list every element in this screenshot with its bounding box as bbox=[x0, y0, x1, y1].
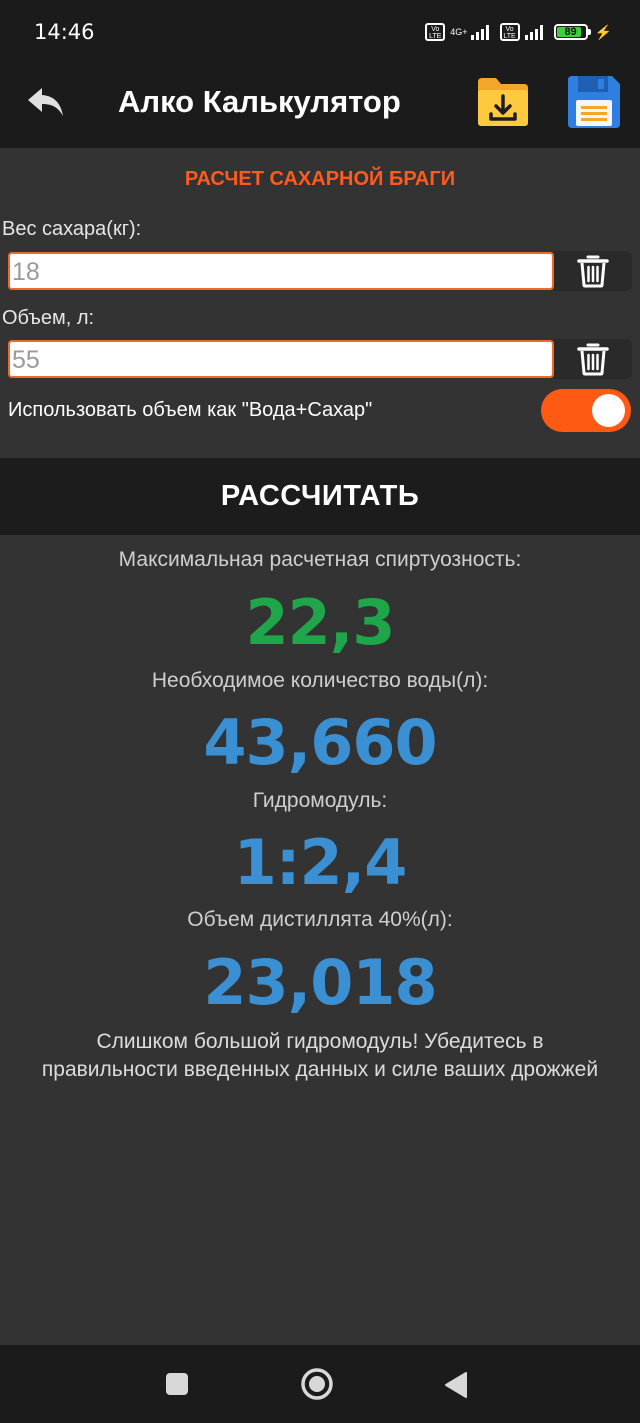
charging-icon: ⚡ bbox=[594, 23, 612, 40]
distillate-label: Объем дистиллята 40%(л): bbox=[187, 908, 453, 931]
sugar-weight-label: Вес сахара(кг): bbox=[2, 218, 142, 240]
signal-icon-2 bbox=[524, 24, 543, 40]
toggle-knob bbox=[592, 394, 625, 427]
folder-download-icon bbox=[478, 78, 528, 126]
system-back-button[interactable] bbox=[443, 1371, 469, 1404]
warning-line-2: правильности введенных данных и силе ваш… bbox=[41, 1058, 599, 1081]
back-triangle-icon bbox=[445, 1372, 467, 1398]
app-bar: Алко Калькулятор bbox=[0, 56, 640, 148]
signal-icon bbox=[470, 24, 489, 40]
recents-square-icon bbox=[166, 1373, 188, 1395]
clear-sugar-button[interactable] bbox=[554, 251, 632, 291]
section-title: РАСЧЕТ САХАРНОЙ БРАГИ bbox=[184, 168, 456, 190]
trash-icon bbox=[577, 343, 609, 376]
back-arrow-icon bbox=[28, 88, 63, 116]
warning-message: Слишком большой гидромодуль! Убедитесь в… bbox=[0, 1028, 640, 1084]
battery-icon: 89 bbox=[553, 24, 591, 40]
status-icons: Vo LTE 4G+ Vo LTE 89 ⚡ bbox=[425, 20, 612, 44]
calculate-button[interactable]: РАССЧИТАТЬ bbox=[0, 458, 640, 535]
floppy-save-icon bbox=[568, 76, 620, 128]
volte-icon: Vo LTE bbox=[425, 23, 446, 41]
clear-volume-button[interactable] bbox=[554, 339, 632, 379]
recents-button[interactable] bbox=[165, 1372, 189, 1401]
sugar-weight-input[interactable]: 18 bbox=[8, 252, 554, 290]
distillate-value: 23,018 bbox=[203, 946, 437, 1019]
app-title: Алко Калькулятор bbox=[118, 84, 401, 119]
water-sugar-toggle[interactable] bbox=[541, 389, 631, 432]
hydromodule-label: Гидромодуль: bbox=[252, 789, 388, 812]
home-button[interactable] bbox=[300, 1367, 334, 1406]
trash-icon bbox=[577, 255, 609, 288]
warning-line-1: Слишком большой гидромодуль! Убедитесь в bbox=[96, 1030, 544, 1053]
network-type: 4G+ bbox=[450, 26, 468, 37]
max-abv-value: 22,3 bbox=[245, 586, 396, 659]
volume-input[interactable]: 55 bbox=[8, 340, 554, 378]
water-amount-label: Необходимое количество воды(л): bbox=[151, 669, 489, 692]
status-bar: 14:46 Vo LTE 4G+ Vo LTE 89 ⚡ bbox=[0, 0, 640, 56]
water-amount-value: 43,660 bbox=[203, 706, 437, 779]
home-circle-icon bbox=[301, 1368, 333, 1400]
water-sugar-toggle-label: Использовать объем как "Вода+Сахар" bbox=[8, 399, 373, 421]
max-abv-label: Максимальная расчетная спиртуозность: bbox=[118, 548, 522, 571]
save-button[interactable] bbox=[566, 74, 622, 130]
volte-icon-2: Vo LTE bbox=[499, 23, 520, 41]
back-button[interactable] bbox=[26, 82, 66, 122]
status-time: 14:46 bbox=[34, 20, 95, 44]
battery-percent: 89 bbox=[564, 26, 577, 38]
hydromodule-value: 1:2,4 bbox=[233, 826, 408, 899]
load-button[interactable] bbox=[476, 74, 530, 128]
volume-label: Объем, л: bbox=[2, 307, 95, 329]
system-nav-bar bbox=[0, 1345, 640, 1423]
